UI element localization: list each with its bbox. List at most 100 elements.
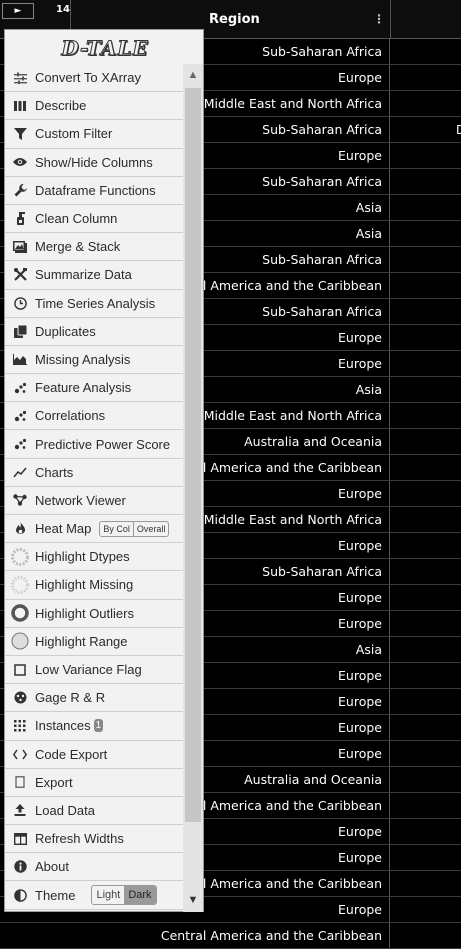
outliers-ring-icon: [11, 604, 29, 622]
gage-icon: [11, 691, 29, 704]
menu-item-label: Custom Filter: [35, 126, 113, 142]
play-icon: ►: [14, 6, 22, 16]
filter-icon: [11, 127, 29, 140]
code-icon: [11, 749, 29, 760]
menu-item-duplicates[interactable]: Duplicates: [5, 318, 183, 346]
info-icon: [11, 860, 29, 874]
row-count: 14: [56, 4, 70, 15]
menu-item-highlight-outliers[interactable]: Highlight Outliers: [5, 600, 183, 628]
menu-item-label: Clean Column: [35, 211, 118, 227]
theme-option-light[interactable]: Light: [92, 886, 124, 904]
menu-scrollbar[interactable]: ▲ ▼: [183, 64, 203, 912]
column-header-next[interactable]: [390, 0, 461, 38]
scatter-dots-icon: [11, 410, 29, 422]
menu-item-missing-analysis[interactable]: Missing Analysis: [5, 346, 183, 375]
menu-item-label: Correlations: [35, 408, 106, 424]
menu-item-network-viewer[interactable]: Network Viewer: [5, 487, 183, 515]
menu-item-label: Duplicates: [35, 323, 96, 339]
menu-item-heat-map[interactable]: Heat Map By Col Overall: [5, 515, 183, 544]
menu-item-custom-filter[interactable]: Custom Filter: [5, 120, 183, 149]
column-divider: [389, 455, 390, 480]
menu-item-time-series-analysis[interactable]: Time Series Analysis: [5, 290, 183, 318]
menu-item-label: Highlight Range: [35, 633, 128, 649]
scroll-thumb[interactable]: [185, 88, 201, 822]
menu-item-correlations[interactable]: Correlations: [5, 402, 183, 431]
menu-item-code-export[interactable]: Code Export: [5, 741, 183, 769]
file-icon: [11, 776, 29, 789]
menu-item-show-hide-columns[interactable]: Show/Hide Columns: [5, 149, 183, 177]
menu-item-label: Instances: [35, 718, 91, 734]
column-divider: [389, 611, 390, 636]
table-row[interactable]: Central America and the Caribbean: [0, 923, 461, 949]
sliders-icon: [11, 72, 29, 84]
menu-item-label: Charts: [35, 464, 74, 480]
copy-icon: [11, 324, 29, 338]
menu-item-export[interactable]: Export: [5, 769, 183, 797]
column-divider: [389, 299, 390, 324]
square-outline-icon: [11, 663, 29, 676]
scroll-down-icon[interactable]: ▼: [183, 890, 203, 910]
region-cell[interactable]: Central America and the Caribbean: [70, 923, 382, 948]
columns-icon: [11, 832, 29, 845]
scroll-up-icon[interactable]: ▲: [183, 64, 203, 84]
column-divider: [389, 169, 390, 194]
column-divider: [389, 845, 390, 870]
column-divider: [389, 429, 390, 454]
menu-item-label: Show/Hide Columns: [35, 154, 153, 170]
column-menu-icon[interactable]: ⋮: [373, 12, 385, 26]
menu-item-about[interactable]: About: [5, 853, 183, 882]
column-divider: [389, 351, 390, 376]
line-chart-icon: [11, 467, 29, 478]
tools-icon: [11, 268, 29, 282]
menu-item-describe[interactable]: Describe: [5, 92, 183, 121]
menu-item-summarize-data[interactable]: Summarize Data: [5, 261, 183, 290]
heatmap-option-by-col[interactable]: By Col: [100, 522, 133, 536]
menu-item-convert-to-xarray[interactable]: Convert To XArray: [5, 64, 183, 93]
area-chart-icon: [11, 353, 29, 365]
menu-item-gage-r-r[interactable]: Gage R & R: [5, 684, 183, 713]
menu-item-merge-stack[interactable]: Merge & Stack: [5, 233, 183, 262]
theme-option-dark[interactable]: Dark: [124, 886, 156, 905]
menu-item-highlight-range[interactable]: Highlight Range: [5, 628, 183, 656]
menu-item-theme[interactable]: Theme Light Dark: [5, 881, 183, 910]
next-column-cell[interactable]: D: [456, 123, 461, 137]
column-header-label: Region: [209, 12, 260, 27]
column-divider: [389, 559, 390, 584]
menu-item-highlight-missing[interactable]: Highlight Missing: [5, 571, 183, 600]
column-divider: [389, 377, 390, 402]
menu-item-label: Heat Map: [35, 521, 92, 537]
menu-item-instances[interactable]: Instances 1: [5, 712, 183, 741]
image-stack-icon: [11, 240, 29, 253]
network-icon: [11, 494, 29, 507]
menu-item-label: Missing Analysis: [35, 351, 131, 367]
column-divider: [389, 819, 390, 844]
heatmap-option-overall[interactable]: Overall: [132, 521, 169, 536]
column-divider: [389, 741, 390, 766]
menu-item-load-data[interactable]: Load Data: [5, 797, 183, 826]
menu-item-clean-column[interactable]: Clean Column: [5, 205, 183, 234]
column-divider: [389, 143, 390, 168]
missing-ring-icon: [11, 575, 29, 594]
theme-toggle: Light Dark: [91, 885, 157, 906]
menu-toggle-button[interactable]: ►: [2, 3, 34, 19]
eye-icon: [11, 157, 29, 167]
column-divider: [389, 91, 390, 116]
dtypes-ring-icon: [11, 547, 29, 566]
menu-item-refresh-widths[interactable]: Refresh Widths: [5, 825, 183, 854]
menu-item-low-variance-flag[interactable]: Low Variance Flag: [5, 656, 183, 685]
column-divider: [389, 715, 390, 740]
menu-item-charts[interactable]: Charts: [5, 459, 183, 487]
spray-bottle-icon: [11, 212, 29, 226]
menu-item-predictive-power-score[interactable]: Predictive Power Score: [5, 430, 183, 459]
menu-item-highlight-dtypes[interactable]: Highlight Dtypes: [5, 543, 183, 572]
dtale-logo: D-TALE: [61, 36, 149, 61]
menu-item-dataframe-functions[interactable]: Dataframe Functions: [5, 177, 183, 205]
column-divider: [389, 507, 390, 532]
menu-item-label: Network Viewer: [35, 492, 126, 508]
menu-item-feature-analysis[interactable]: Feature Analysis: [5, 374, 183, 403]
column-divider: [389, 923, 390, 948]
clock-icon: [11, 296, 29, 310]
menu-item-label: Highlight Outliers: [35, 605, 134, 621]
column-divider: [389, 247, 390, 272]
column-divider: [389, 871, 390, 896]
